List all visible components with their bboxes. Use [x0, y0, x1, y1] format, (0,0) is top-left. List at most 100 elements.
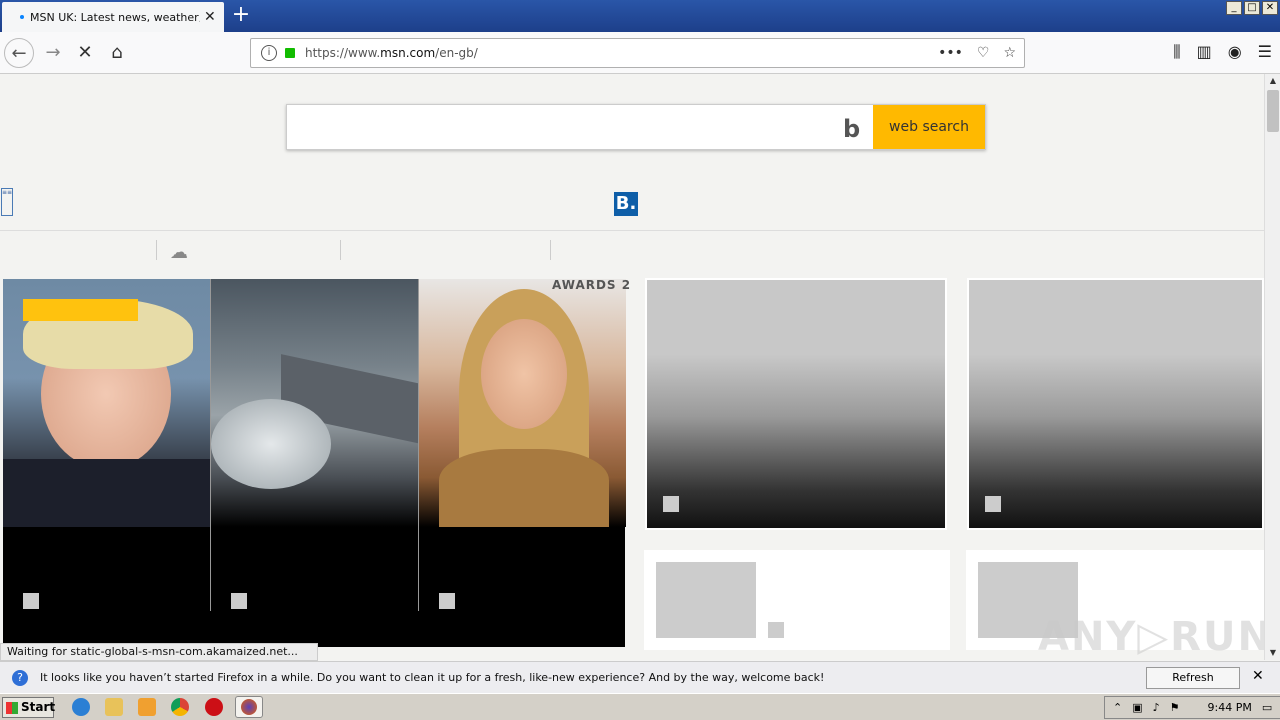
hero-panel-1[interactable]: [3, 279, 210, 527]
url-text[interactable]: https://www.msn.com/en-gb/: [305, 46, 478, 60]
volume-icon[interactable]: ♪: [1153, 701, 1160, 714]
thumbnail-placeholder: [656, 562, 756, 638]
forward-button[interactable]: →: [38, 38, 68, 68]
category-tag: [23, 299, 138, 321]
title-bar: MSN UK: Latest news, weather, H ✕ + _ □ …: [0, 0, 1280, 32]
notification-message: It looks like you haven’t started Firefo…: [40, 671, 825, 684]
placeholder-icon: [985, 496, 1001, 512]
taskbar: Start ⌃ ▣ ♪ ⚑ 9:44 PM ▭: [0, 693, 1280, 720]
scroll-thumb[interactable]: [1267, 90, 1279, 132]
tab-close-icon[interactable]: ✕: [204, 9, 216, 25]
news-card-1[interactable]: [645, 278, 947, 530]
tab-title: MSN UK: Latest news, weather, H: [30, 10, 200, 24]
back-button[interactable]: ←: [4, 38, 34, 68]
stop-button[interactable]: ✕: [70, 38, 100, 68]
window-controls: _ □ ✕: [1226, 1, 1278, 15]
panel-divider: [418, 279, 419, 611]
lock-icon: [285, 48, 295, 58]
site-info-icon[interactable]: i: [261, 45, 277, 61]
loading-dot-icon: [20, 15, 24, 19]
clock[interactable]: 9:44 PM: [1208, 701, 1252, 714]
portrait-image: [481, 319, 567, 429]
suit-image: [3, 459, 210, 527]
flag-icon[interactable]: ⚑: [1170, 701, 1180, 714]
placeholder-icon: [231, 593, 247, 609]
search-box: b web search: [286, 104, 986, 150]
navigation-bar: ← → ✕ ⌂ i https://www.msn.com/en-gb/ •••…: [0, 32, 1280, 74]
placeholder-icon: [439, 593, 455, 609]
status-bar: Waiting for static-global-s-msn-com.akam…: [0, 643, 318, 661]
news-card-3[interactable]: [644, 550, 950, 650]
url-actions: ••• ♡ ☆: [938, 45, 1016, 61]
side-logo-icon[interactable]: ≡≡: [1, 188, 13, 216]
separator: [340, 240, 341, 260]
folder-icon[interactable]: [105, 698, 123, 716]
web-search-button[interactable]: web search: [873, 105, 985, 149]
tab-msn[interactable]: MSN UK: Latest news, weather, H ✕: [2, 2, 224, 32]
home-button[interactable]: ⌂: [102, 38, 132, 68]
start-button[interactable]: Start: [2, 697, 56, 718]
scroll-down-icon[interactable]: ▼: [1265, 646, 1280, 660]
card-image: [969, 280, 1262, 528]
page-content: b web search ≡≡ B. ☁ AWARDS 2 ANY▷RUN: [0, 74, 1264, 660]
bookmark-star-icon[interactable]: ☆: [1003, 45, 1016, 61]
media-player-icon[interactable]: [138, 698, 156, 716]
home-icon: ⌂: [111, 42, 123, 63]
library-icon[interactable]: ⫼: [1173, 42, 1180, 62]
chrome-icon[interactable]: [171, 698, 189, 716]
forward-arrow-icon: →: [45, 42, 61, 63]
url-domain: msn.com: [380, 46, 436, 60]
hero-carousel[interactable]: [3, 279, 626, 647]
wave-image: [211, 399, 331, 489]
url-bar[interactable]: i https://www.msn.com/en-gb/ ••• ♡ ☆: [250, 38, 1025, 68]
windows-logo-icon: [6, 702, 18, 714]
toolbar-right: ⫼ ▥ ◉ ☰: [1173, 42, 1272, 62]
placeholder-icon: [663, 496, 679, 512]
placeholder-icon: [23, 593, 39, 609]
url-path: /en-gb/: [435, 46, 478, 60]
news-card-2[interactable]: [967, 278, 1264, 530]
tray-expand-icon[interactable]: ⌃: [1113, 701, 1122, 714]
awards-text: AWARDS 2: [552, 278, 632, 292]
system-tray: ⌃ ▣ ♪ ⚑ 9:44 PM ▭: [1104, 696, 1280, 719]
stop-icon: ✕: [77, 42, 93, 63]
divider: [0, 230, 1264, 231]
network-icon[interactable]: ▣: [1132, 701, 1142, 714]
separator: [156, 240, 157, 260]
sidebar-icon[interactable]: ▥: [1197, 42, 1212, 62]
page-actions-icon[interactable]: •••: [938, 45, 963, 61]
minimize-button[interactable]: _: [1226, 1, 1242, 15]
firefox-icon: [241, 699, 257, 715]
bing-icon: b: [843, 115, 861, 143]
scrollbar[interactable]: ▲ ▼: [1264, 74, 1280, 660]
notification-bar: ? It looks like you haven’t started Fire…: [0, 661, 1280, 704]
question-icon: ?: [12, 669, 28, 686]
card-image: [647, 280, 945, 528]
start-label: Start: [21, 700, 56, 714]
watermark: ANY▷RUN: [1038, 614, 1264, 660]
placeholder-icon: [768, 622, 784, 638]
cloud-weather-icon[interactable]: ☁: [170, 242, 188, 263]
scroll-up-icon[interactable]: ▲: [1265, 74, 1280, 88]
notification-close-icon[interactable]: ✕: [1252, 668, 1264, 684]
refresh-firefox-button[interactable]: Refresh Firefox…: [1146, 667, 1240, 704]
firefox-taskbar-button[interactable]: [235, 696, 263, 718]
new-tab-button[interactable]: +: [228, 4, 254, 28]
dress-image: [439, 449, 609, 527]
show-desktop-icon[interactable]: ▭: [1262, 701, 1272, 714]
hero-panel-3[interactable]: [419, 279, 626, 527]
restore-button[interactable]: □: [1244, 1, 1260, 15]
menu-icon[interactable]: ☰: [1258, 42, 1272, 62]
opera-icon[interactable]: [205, 698, 223, 716]
search-input[interactable]: [287, 105, 827, 149]
ie-icon[interactable]: [72, 698, 90, 716]
account-icon[interactable]: ◉: [1228, 42, 1242, 62]
hero-panel-2[interactable]: [211, 279, 418, 527]
b-logo[interactable]: B.: [614, 192, 638, 216]
separator: [550, 240, 551, 260]
pocket-icon[interactable]: ♡: [977, 45, 990, 61]
url-prefix: https://www.: [305, 46, 381, 60]
close-window-button[interactable]: ✕: [1262, 1, 1278, 15]
back-arrow-icon: ←: [11, 43, 27, 64]
panel-divider: [210, 279, 211, 611]
